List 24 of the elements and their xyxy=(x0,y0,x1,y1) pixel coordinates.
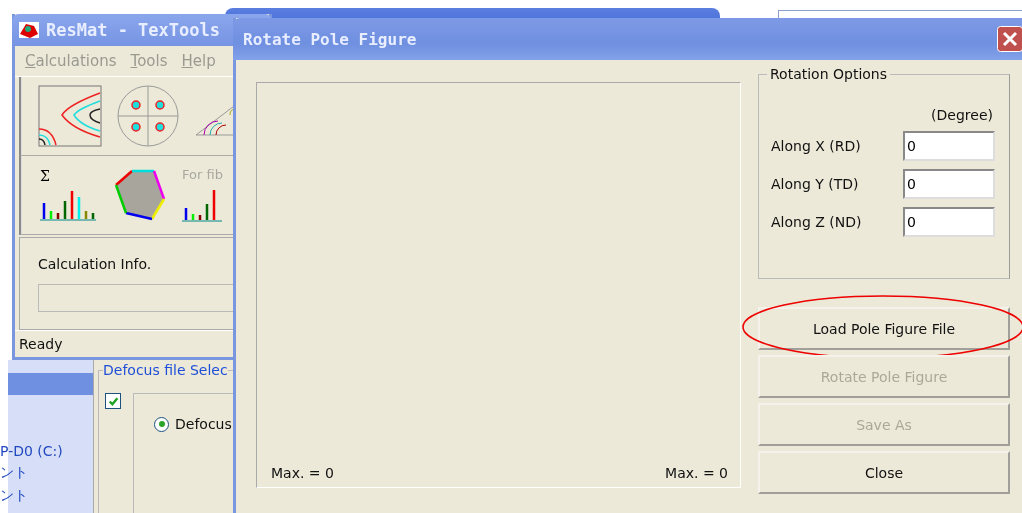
field-label: Along X (RD) xyxy=(771,138,861,154)
hexagon-icon[interactable] xyxy=(112,167,168,223)
checkbox[interactable] xyxy=(105,393,121,409)
angle-field[interactable]: 0 xyxy=(903,207,995,237)
group-label: Defocus file Selec xyxy=(103,362,228,378)
contour-plot-icon[interactable] xyxy=(38,85,102,147)
window-title: Rotate Pole Figure xyxy=(243,29,418,49)
section-label: Calculation Info. xyxy=(38,256,153,272)
unit-label: (Degree) xyxy=(931,107,993,123)
group-title: Rotation Options xyxy=(767,66,891,82)
max-label: Max. = 0 xyxy=(665,465,728,481)
field-label: Along Z (ND) xyxy=(771,214,862,230)
dialog-button[interactable]: Close xyxy=(758,451,1010,494)
app-icon xyxy=(18,20,40,40)
pole-figure-icon[interactable] xyxy=(116,85,180,147)
window-title: ResMat - TexTools xyxy=(46,20,220,40)
max-label: Max. = 0 xyxy=(271,465,334,481)
toolbar-label: For fib xyxy=(182,166,223,182)
close-icon[interactable] xyxy=(997,26,1022,52)
radio-button[interactable]: Defocus xyxy=(154,416,292,432)
field-label: Along Y (TD) xyxy=(771,176,859,192)
angle-field[interactable]: 0 xyxy=(903,131,995,161)
dialog-button[interactable]: Load Pole Figure File xyxy=(758,307,1010,350)
angle-field[interactable]: 0 xyxy=(903,169,995,199)
